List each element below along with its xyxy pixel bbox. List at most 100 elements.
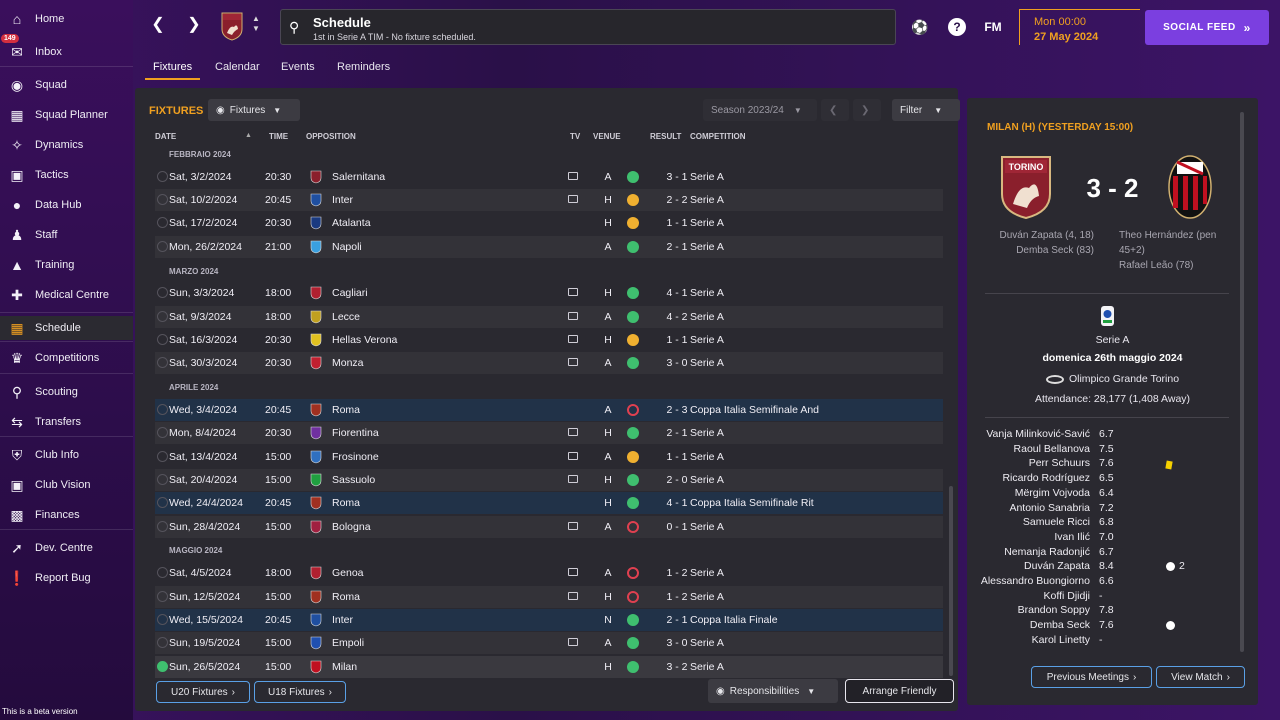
fixture-row[interactable]: Sat, 10/2/2024 20:45 Inter H 2 - 2 Serie A	[155, 189, 943, 211]
fixture-row[interactable]: Sat, 9/3/2024 18:00 Lecce A 4 - 2 Serie A	[155, 306, 943, 328]
responsibilities-dropdown[interactable]: ◉ Responsibilities ▼	[708, 679, 838, 703]
tab-calendar[interactable]: Calendar	[215, 61, 260, 73]
fixtures-scrollbar[interactable]	[949, 486, 953, 676]
sidebar-item-squad-planner[interactable]: ▦ Squad Planner	[0, 103, 133, 127]
fixture-row[interactable]: Sun, 12/5/2024 15:00 Roma H 1 - 2 Serie A	[155, 586, 943, 608]
player-rating-row[interactable]: Demba Seck 7.6	[967, 619, 1258, 633]
player-rating-row[interactable]: Karol Linetty -	[967, 634, 1258, 648]
fixture-row[interactable]: Sat, 3/2/2024 20:30 Salernitana A 3 - 1 Serie…	[155, 166, 943, 188]
player-rating-row[interactable]: Koffi Djidji -	[967, 590, 1258, 604]
fixture-competition[interactable]: Serie A	[690, 241, 724, 253]
fixture-row[interactable]: Sun, 28/4/2024 15:00 Bologna A 0 - 1 Serie A	[155, 516, 943, 538]
sidebar-item-competitions[interactable]: ♛ Competitions	[0, 346, 133, 370]
player-rating-row[interactable]: Samuele Ricci 6.8	[967, 516, 1258, 530]
fixture-opposition[interactable]: Hellas Verona	[332, 334, 397, 346]
previous-meetings-button[interactable]: Previous Meetings ›	[1031, 666, 1152, 688]
football-world-icon[interactable]: ⚽	[911, 18, 929, 36]
sidebar-item-tactics[interactable]: ▣ Tactics	[0, 163, 133, 187]
fixture-row[interactable]: Mon, 8/4/2024 20:30 Fiorentina H 2 - 1 Serie …	[155, 422, 943, 444]
fixture-competition[interactable]: Serie A	[690, 334, 724, 346]
col-date[interactable]: DATE	[155, 132, 176, 141]
fixture-opposition[interactable]: Milan	[332, 661, 357, 673]
tab-fixtures[interactable]: Fixtures	[153, 61, 192, 73]
fixture-competition[interactable]: Serie A	[690, 357, 724, 369]
player-rating-row[interactable]: Antonio Sanabria 7.2	[967, 502, 1258, 516]
forward-arrow-icon[interactable]: ❯	[185, 16, 203, 34]
player-rating-row[interactable]: Ivan Ilić 7.0	[967, 531, 1258, 545]
sidebar-item-training[interactable]: ▲ Training	[0, 253, 133, 277]
sidebar-item-report-bug[interactable]: ❗ Report Bug	[0, 566, 133, 590]
player-rating-row[interactable]: Mërgim Vojvoda 6.4	[967, 487, 1258, 501]
fixture-row[interactable]: Sun, 3/3/2024 18:00 Cagliari H 4 - 1 Serie A	[155, 282, 943, 304]
fixture-competition[interactable]: Serie A	[690, 451, 724, 463]
fixture-competition[interactable]: Coppa Italia Semifinale Rit	[690, 497, 814, 509]
fixture-opposition[interactable]: Roma	[332, 404, 360, 416]
fixture-competition[interactable]: Serie A	[690, 311, 724, 323]
player-rating-row[interactable]: Brandon Soppy 7.8	[967, 604, 1258, 618]
sidebar-item-dynamics[interactable]: ✧ Dynamics	[0, 133, 133, 157]
sidebar-item-data-hub[interactable]: ● Data Hub	[0, 193, 133, 217]
fixtures-dropdown[interactable]: ◉ Fixtures ▼	[208, 99, 300, 121]
sidebar-item-staff[interactable]: ♟ Staff	[0, 223, 133, 247]
fixture-competition[interactable]: Serie A	[690, 427, 724, 439]
player-rating-row[interactable]: Ricardo Rodríguez 6.5	[967, 472, 1258, 486]
back-arrow-icon[interactable]: ❮	[149, 16, 167, 34]
player-rating-row[interactable]: Alessandro Buongiorno 6.6	[967, 575, 1258, 589]
search-title-box[interactable]: ⚲ Schedule 1st in Serie A TIM - No fixtu…	[280, 9, 896, 45]
fixture-competition[interactable]: Serie A	[690, 217, 724, 229]
fixture-opposition[interactable]: Atalanta	[332, 217, 371, 229]
fixture-opposition[interactable]: Napoli	[332, 241, 362, 253]
sidebar-item-dev-centre[interactable]: ➚ Dev. Centre	[0, 536, 133, 560]
col-tv[interactable]: TV	[570, 132, 580, 141]
sidebar-item-club-info[interactable]: ⛨ Club Info	[0, 443, 133, 467]
player-rating-row[interactable]: Vanja Milinković-Savić 6.7	[967, 428, 1258, 442]
fixture-competition[interactable]: Serie A	[690, 287, 724, 299]
fixture-competition[interactable]: Serie A	[690, 474, 724, 486]
col-opposition[interactable]: OPPOSITION	[306, 132, 356, 141]
player-rating-row[interactable]: Nemanja Radonjić 6.7	[967, 546, 1258, 560]
fixture-competition[interactable]: Coppa Italia Semifinale And	[690, 404, 819, 416]
club-switch-icon[interactable]: ▲ ▼	[252, 14, 260, 34]
fixture-competition[interactable]: Serie A	[690, 661, 724, 673]
fixture-competition[interactable]: Coppa Italia Finale	[690, 614, 778, 626]
fixture-competition[interactable]: Serie A	[690, 591, 724, 603]
sidebar-item-inbox[interactable]: ✉ Inbox 149	[0, 34, 133, 64]
social-feed-button[interactable]: SOCIAL FEED »	[1145, 10, 1269, 45]
filter-button[interactable]: Filter ▼	[892, 99, 960, 121]
fixture-row[interactable]: Sat, 20/4/2024 15:00 Sassuolo H 2 - 0 Serie A	[155, 469, 943, 491]
fixture-competition[interactable]: Serie A	[690, 567, 724, 579]
sidebar-item-club-vision[interactable]: ▣ Club Vision	[0, 473, 133, 497]
prev-season-icon[interactable]: ❮	[821, 99, 849, 121]
fixture-opposition[interactable]: Inter	[332, 194, 353, 206]
fixture-opposition[interactable]: Fiorentina	[332, 427, 379, 439]
fixture-row[interactable]: Sun, 26/5/2024 15:00 Milan H 3 - 2 Serie A	[155, 656, 943, 678]
fixture-opposition[interactable]: Lecce	[332, 311, 360, 323]
fixture-row[interactable]: Wed, 24/4/2024 20:45 Roma H 4 - 1 Coppa Itali…	[155, 492, 943, 514]
fixture-opposition[interactable]: Genoa	[332, 567, 364, 579]
col-result[interactable]: RESULT	[650, 132, 681, 141]
help-icon[interactable]: ?	[948, 18, 966, 36]
fixture-row[interactable]: Wed, 3/4/2024 20:45 Roma A 2 - 3 Coppa Italia…	[155, 399, 943, 421]
fixture-opposition[interactable]: Cagliari	[332, 287, 368, 299]
col-venue[interactable]: VENUE	[593, 132, 621, 141]
u20-fixtures-button[interactable]: U20 Fixtures ›	[156, 681, 250, 703]
u18-fixtures-button[interactable]: U18 Fixtures ›	[254, 681, 346, 703]
season-dropdown[interactable]: Season 2023/24 ▼	[703, 99, 817, 121]
fixture-opposition[interactable]: Roma	[332, 591, 360, 603]
fixture-competition[interactable]: Serie A	[690, 637, 724, 649]
sidebar-item-scouting[interactable]: ⚲ Scouting	[0, 380, 133, 404]
fixture-row[interactable]: Sat, 16/3/2024 20:30 Hellas Verona H 1 - 1 Se…	[155, 329, 943, 351]
player-rating-row[interactable]: Perr Schuurs 7.6	[967, 457, 1258, 471]
sidebar-item-schedule[interactable]: ▦ Schedule	[0, 316, 133, 340]
arrange-friendly-button[interactable]: Arrange Friendly	[845, 679, 954, 703]
fixture-opposition[interactable]: Bologna	[332, 521, 371, 533]
torino-crest-icon[interactable]	[220, 11, 244, 41]
fixture-opposition[interactable]: Monza	[332, 357, 364, 369]
view-match-button[interactable]: View Match ›	[1156, 666, 1245, 688]
fixture-row[interactable]: Sat, 4/5/2024 18:00 Genoa A 1 - 2 Serie A	[155, 562, 943, 584]
match-scrollbar[interactable]	[1240, 112, 1244, 652]
search-icon[interactable]: ⚲	[289, 19, 299, 36]
fixture-opposition[interactable]: Inter	[332, 614, 353, 626]
sidebar-item-medical-centre[interactable]: ✚ Medical Centre	[0, 283, 133, 307]
fixture-row[interactable]: Wed, 15/5/2024 20:45 Inter N 2 - 1 Coppa Ital…	[155, 609, 943, 631]
